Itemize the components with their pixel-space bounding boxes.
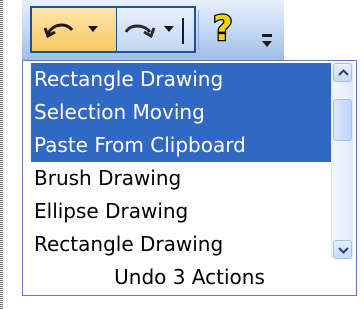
chevron-up-icon <box>338 69 349 76</box>
help-icon: ? <box>212 8 234 51</box>
toolbar: ? <box>22 0 284 61</box>
redo-separator <box>182 18 184 44</box>
undo-icon <box>43 23 98 39</box>
redo-icon <box>124 18 184 44</box>
list-item[interactable]: Brush Drawing <box>31 162 331 195</box>
undo-count-label: Undo 3 Actions <box>114 265 265 289</box>
scroll-down-button[interactable] <box>333 240 352 259</box>
list-item[interactable]: Rectangle Drawing <box>31 63 331 96</box>
left-edge-dotted-border <box>0 0 3 309</box>
overflow-icon <box>262 34 272 47</box>
undo-redo-group <box>30 6 196 53</box>
list-item[interactable]: Ellipse Drawing <box>31 195 331 228</box>
chevron-down-icon <box>338 247 349 254</box>
svg-text:?: ? <box>213 9 233 49</box>
undo-button[interactable] <box>32 8 117 51</box>
redo-button[interactable] <box>116 8 194 51</box>
scroll-up-button[interactable] <box>333 63 352 82</box>
toolbar-separator <box>198 10 199 50</box>
undo-history-list: Rectangle Drawing Selection Moving Paste… <box>31 63 331 263</box>
vertical-scrollbar[interactable] <box>331 63 353 259</box>
list-item[interactable]: Paste From Clipboard <box>31 129 331 162</box>
list-item[interactable]: Selection Moving <box>31 96 331 129</box>
undo-dropdown-chevron-icon <box>88 26 98 32</box>
redo-dropdown-chevron-icon <box>164 26 174 32</box>
help-button[interactable]: ? <box>203 6 251 53</box>
undo-history-panel: Rectangle Drawing Selection Moving Paste… <box>22 60 357 296</box>
toolbar-overflow-button[interactable] <box>258 12 282 56</box>
scroll-thumb[interactable] <box>333 99 352 141</box>
list-item[interactable]: Rectangle Drawing <box>31 228 331 261</box>
